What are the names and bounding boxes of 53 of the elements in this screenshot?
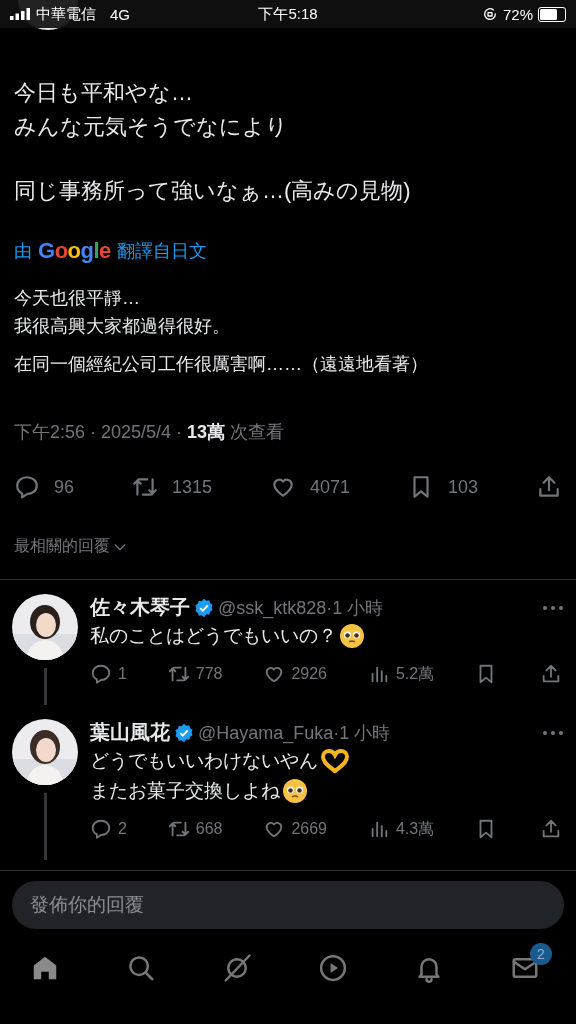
slashed-circle-icon	[222, 953, 252, 983]
repost-action[interactable]: 778	[167, 663, 223, 685]
translated-text: 在同一個經紀公司工作很厲害啊……（遠遠地看著）	[14, 353, 429, 376]
network-type: 4G	[110, 5, 130, 23]
battery-icon	[538, 6, 566, 22]
more-icon[interactable]	[542, 729, 564, 736]
messages-tab[interactable]: 2	[504, 943, 552, 992]
reply-author: 葉山風花	[90, 720, 170, 745]
translation-prefix: 由	[14, 240, 32, 263]
rotation-lock-icon	[482, 6, 498, 22]
reply-text: 私のことはどうでもいいの？	[90, 624, 337, 648]
reply-text: どうでもいいわけないやん	[90, 749, 318, 773]
pleading-face-icon	[339, 623, 365, 649]
battery-percent: 72%	[503, 5, 533, 23]
translated-text: 今天也很平靜… 我很高興大家都過得很好。	[14, 287, 231, 338]
reply-input-field[interactable]: 發佈你的回覆	[12, 881, 564, 929]
play-icon	[318, 953, 348, 983]
search-icon	[126, 953, 156, 983]
sort-dropdown[interactable]: 最相關的回覆	[14, 536, 128, 557]
repost-action[interactable]: 668	[167, 818, 223, 840]
reply-action[interactable]: 2	[90, 818, 127, 840]
speech-bubble-icon	[14, 474, 40, 500]
reply-action[interactable]: 1	[90, 663, 127, 685]
carrier-name: 中華電信	[36, 4, 96, 24]
views-action[interactable]: 5.2萬	[367, 663, 435, 685]
views-action[interactable]: 4.3萬	[367, 818, 435, 840]
like-action[interactable]: 2926	[263, 663, 327, 685]
like-action[interactable]: 4071	[270, 474, 351, 500]
tweet-text: 今日も平和やな… みんな元気そうでなにより	[14, 79, 289, 141]
reply-handle-time: @Hayama_Fuka·1 小時	[198, 721, 392, 745]
signal-icon	[10, 8, 30, 20]
tweet-text: 同じ事務所って強いなぁ…(高みの見物)	[14, 177, 412, 205]
google-logo: Google	[38, 238, 111, 264]
status-time: 下午5:18	[258, 4, 318, 24]
reply-author: 佐々木琴子	[90, 595, 190, 620]
tweet-meta: 下午2:56 · 2025/5/4 · 13萬 次查看	[14, 421, 286, 444]
more-icon[interactable]	[542, 604, 564, 611]
repost-action[interactable]: 1315	[132, 474, 213, 500]
reply-handle-time: @ssk_ktk828·1 小時	[218, 596, 385, 620]
translation-link[interactable]: 翻譯自日文	[116, 239, 207, 263]
bookmark-action[interactable]: 103	[408, 474, 479, 500]
heart-hands-icon	[320, 748, 350, 774]
share-icon	[540, 663, 562, 685]
share-icon	[540, 818, 562, 840]
share-icon	[536, 474, 562, 500]
share-action[interactable]	[536, 474, 562, 500]
reply-action[interactable]: 96	[14, 474, 75, 500]
speech-bubble-icon	[90, 663, 112, 685]
pleading-face-icon	[282, 778, 308, 804]
reply-text: またお菓子交換しよね	[90, 779, 280, 803]
unread-count: 2	[530, 943, 552, 965]
like-action[interactable]: 2669	[263, 818, 327, 840]
speech-bubble-icon	[90, 818, 112, 840]
